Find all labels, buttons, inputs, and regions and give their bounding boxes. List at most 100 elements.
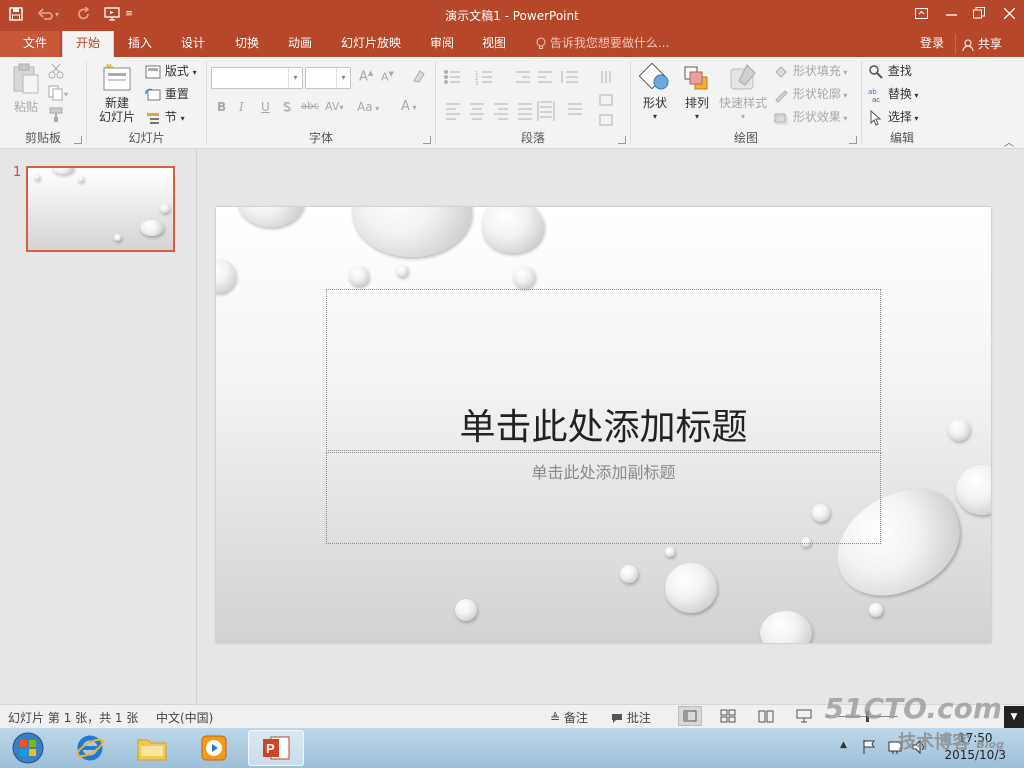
powerpoint-taskbar-icon[interactable]: P xyxy=(248,730,304,766)
paragraph-tools[interactable]: 123 xyxy=(442,69,632,135)
italic-button[interactable]: I xyxy=(239,100,244,114)
paste-label: 粘贴 xyxy=(13,100,38,114)
paragraph-launcher-icon[interactable] xyxy=(618,136,626,144)
layout-dropdown-icon: ▾ xyxy=(192,68,197,77)
media-player-icon[interactable] xyxy=(186,730,242,766)
slideshow-view-button[interactable] xyxy=(796,709,812,726)
minimize-icon[interactable] xyxy=(936,0,966,26)
thumb-drop xyxy=(34,174,40,180)
shadow-button[interactable]: S xyxy=(283,100,291,114)
font-name-dropdown-icon[interactable]: ▾ xyxy=(288,68,302,88)
tab-animations[interactable]: 动画 xyxy=(275,31,325,57)
shape-outline-label: 形状轮廓 xyxy=(792,87,841,101)
tab-insert[interactable]: 插入 xyxy=(116,31,164,57)
slide-canvas[interactable]: 单击此处添加标题 单击此处添加副标题 xyxy=(216,207,991,643)
font-size-dropdown-icon[interactable]: ▾ xyxy=(336,68,350,88)
clipboard-launcher-icon[interactable] xyxy=(74,136,82,144)
language-indicator[interactable]: 中文(中国) xyxy=(156,709,213,726)
change-case-button[interactable]: Aa ▾ xyxy=(357,100,379,114)
water-drop xyxy=(513,266,535,288)
slide-sorter-button[interactable] xyxy=(720,709,736,726)
tab-transitions[interactable]: 切换 xyxy=(222,31,272,57)
comments-button[interactable]: 批注 xyxy=(611,709,651,726)
ribbon-tabs: 文件 开始 插入 设计 切换 动画 幻灯片放映 审阅 视图 告诉我您想要做什么.… xyxy=(0,31,1024,57)
shape-outline-button[interactable]: 形状轮廓 ▾ xyxy=(773,85,847,103)
find-button[interactable]: 查找 xyxy=(868,62,912,80)
select-button[interactable]: 选择 ▾ xyxy=(868,108,918,126)
strikethrough-button[interactable]: abc xyxy=(301,101,319,112)
bold-button[interactable]: B xyxy=(217,100,226,114)
layout-button[interactable]: 版式 ▾ xyxy=(145,62,197,80)
paste-button[interactable]: 粘贴 xyxy=(10,63,42,115)
replace-button[interactable]: ab ac 替换 ▾ xyxy=(868,85,918,103)
font-size-input[interactable]: ▾ xyxy=(305,67,351,89)
svg-text:3: 3 xyxy=(475,81,478,87)
water-drop xyxy=(665,547,675,557)
show-hidden-icons[interactable]: ▲ xyxy=(840,740,847,750)
water-drop xyxy=(349,266,369,286)
layout-icon xyxy=(145,65,161,78)
arrange-label: 排列 xyxy=(684,96,709,110)
close-icon[interactable] xyxy=(994,0,1024,26)
water-drop xyxy=(665,563,717,613)
shapes-button[interactable]: 形状 ▾ xyxy=(637,62,673,124)
share-button[interactable]: 共享 xyxy=(955,34,1015,54)
slide-thumbnail[interactable] xyxy=(26,166,175,252)
reset-button[interactable]: 重置 xyxy=(145,85,189,103)
thumb-drop xyxy=(114,234,121,241)
font-launcher-icon[interactable] xyxy=(423,136,431,144)
tab-design[interactable]: 设计 xyxy=(168,31,218,57)
sign-in-link[interactable]: 登录 xyxy=(920,31,944,57)
scroll-down-icon[interactable]: ▼ xyxy=(1004,706,1024,728)
font-color-button[interactable]: A ▾ xyxy=(401,99,416,114)
tab-slideshow[interactable]: 幻灯片放映 xyxy=(330,31,412,57)
tab-view[interactable]: 视图 xyxy=(470,31,518,57)
editing-group: 查找 ab ac 替换 ▾ 选择 ▾ 编辑 xyxy=(862,57,942,149)
shape-effects-button[interactable]: 形状效果 ▾ xyxy=(773,108,847,126)
reset-icon xyxy=(145,88,161,100)
tab-file[interactable]: 文件 xyxy=(0,31,60,57)
shape-effects-label: 形状效果 xyxy=(792,110,841,124)
case-label: Aa xyxy=(357,100,373,114)
normal-view-button[interactable] xyxy=(678,706,702,726)
file-explorer-icon[interactable] xyxy=(124,730,180,766)
reading-view-button[interactable] xyxy=(758,709,774,726)
ribbon-display-icon[interactable] xyxy=(906,0,936,26)
section-button[interactable]: 节 ▾ xyxy=(145,108,185,126)
underline-button[interactable]: U xyxy=(261,100,270,114)
cut-icon[interactable] xyxy=(48,63,64,82)
flag-icon[interactable] xyxy=(862,739,876,758)
font-group-label: 字体 xyxy=(308,131,333,145)
section-dropdown-icon: ▾ xyxy=(180,114,185,123)
lightbulb-icon xyxy=(536,36,550,50)
slide-sorter-icon xyxy=(720,709,736,723)
new-slide-button[interactable]: 新建 幻灯片 xyxy=(92,63,142,124)
shape-fill-button[interactable]: 形状填充 ▾ xyxy=(773,62,847,80)
new-slide-line1: 新建 xyxy=(104,96,129,110)
collapse-ribbon-icon[interactable]: ︿ xyxy=(1004,134,1014,149)
start-orb-icon[interactable] xyxy=(0,730,56,766)
title-placeholder-text: 单击此处添加标题 xyxy=(459,407,748,448)
slide-number: 1 xyxy=(13,165,22,180)
tell-me-box[interactable]: 告诉我您想要做什么... xyxy=(536,31,669,57)
water-drop xyxy=(216,259,236,293)
arrange-button[interactable]: 排列 ▾ xyxy=(679,63,715,124)
drawing-launcher-icon[interactable] xyxy=(849,136,857,144)
grow-font-icon[interactable]: A▲ xyxy=(359,69,373,84)
title-placeholder[interactable]: 单击此处添加标题 xyxy=(326,289,881,451)
font-name-input[interactable]: ▾ xyxy=(211,67,303,89)
copy-icon[interactable]: ▾ xyxy=(48,85,70,104)
tab-home[interactable]: 开始 xyxy=(62,31,114,57)
notes-button[interactable]: ≜ 备注 xyxy=(550,709,588,726)
shrink-font-icon[interactable]: A▼ xyxy=(381,70,394,84)
restore-icon[interactable] xyxy=(964,0,994,26)
svg-text:ab: ab xyxy=(868,88,877,96)
quick-styles-button[interactable]: 快速样式 ▾ xyxy=(719,63,767,124)
shapes-icon xyxy=(638,62,669,90)
format-painter-icon[interactable] xyxy=(48,107,64,126)
internet-explorer-icon[interactable] xyxy=(62,730,118,766)
clear-formatting-icon[interactable] xyxy=(411,68,427,87)
subtitle-placeholder[interactable]: 单击此处添加副标题 xyxy=(326,452,881,544)
character-spacing-button[interactable]: AV▾ xyxy=(325,100,343,113)
tab-review[interactable]: 审阅 xyxy=(418,31,466,57)
